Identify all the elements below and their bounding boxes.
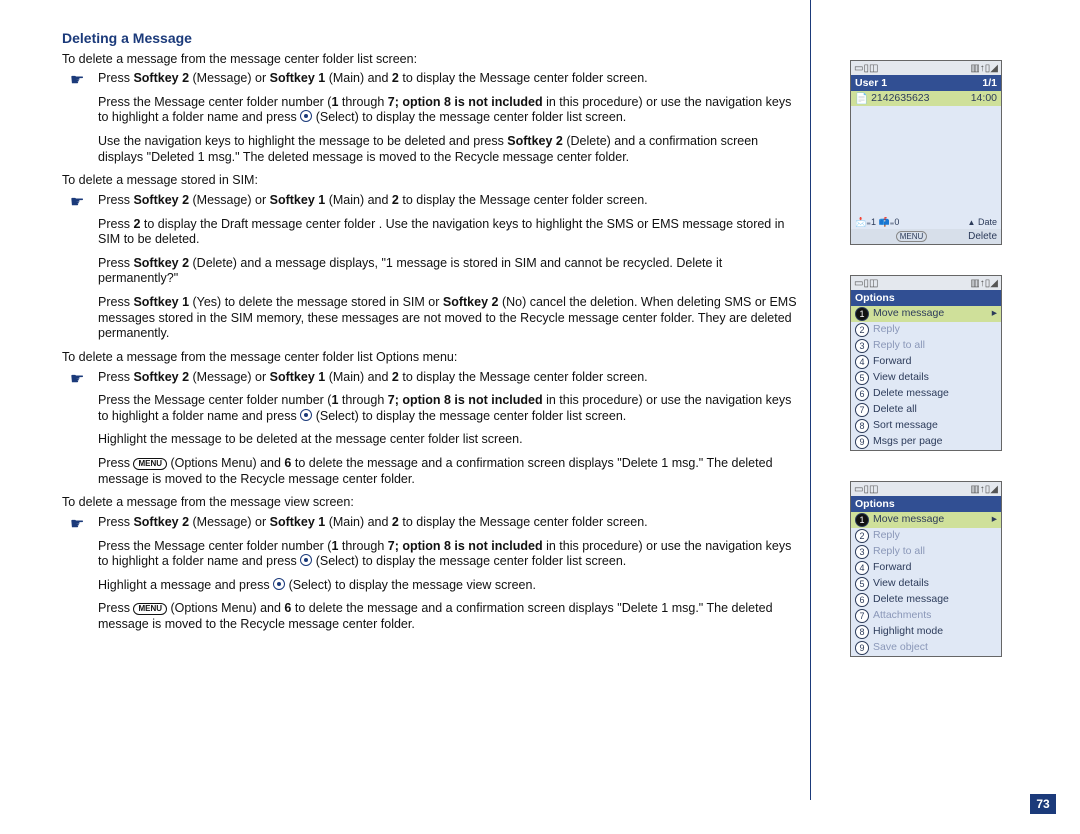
step-1a: Press Softkey 2 (Message) or Softkey 1 (… [98,71,802,87]
options-item: 4Forward [851,560,1001,576]
options-item: 5View details [851,370,1001,386]
options-item: 7Delete all [851,402,1001,418]
step-2c: Press Softkey 2 (Delete) and a message d… [98,256,802,287]
phone-screen-1: ▭▯◫▥↑▯◢ User 1 1/1 📄 2142635623 14:00 📩₌… [850,60,1002,245]
phone1-body: 📄 2142635623 14:00 📩₌1 📫₌0 ▲ Date [851,91,1001,229]
menu-icon: MENU [133,458,167,470]
select-icon [300,409,312,421]
step-2d: Press Softkey 1 (Yes) to delete the mess… [98,295,802,342]
options-item: 5View details [851,576,1001,592]
phone3-title: Options [851,496,1001,512]
phone1-softkeys: MENU Delete [851,229,1001,244]
phone-illustrations: ▭▯◫▥↑▯◢ User 1 1/1 📄 2142635623 14:00 📩₌… [850,60,1010,687]
options-item: 3Reply to all [851,338,1001,354]
options-item: 1Move message▸ [851,512,1001,528]
main-text: Deleting a Message To delete a message f… [62,30,802,641]
step-4d: Press MENU (Options Menu) and 6 to delet… [98,601,802,632]
step-3b: Press the Message center folder number (… [98,393,802,424]
step-3d: Press MENU (Options Menu) and 6 to delet… [98,456,802,487]
menu-icon: MENU [133,603,167,615]
options-item: 9Msgs per page [851,434,1001,450]
options-item: 9Save object [851,640,1001,656]
intro-2: To delete a message stored in SIM: [62,173,802,189]
options-item: 6Delete message [851,386,1001,402]
step-1c: Use the navigation keys to highlight the… [98,134,802,165]
phone-screen-2: ▭▯◫▥↑▯◢ Options 1Move message▸2Reply3Rep… [850,275,1002,451]
options-item: 2Reply [851,528,1001,544]
step-4a: Press Softkey 2 (Message) or Softkey 1 (… [98,515,802,531]
options-item: 4Forward [851,354,1001,370]
intro-4: To delete a message from the message vie… [62,495,802,511]
section-heading: Deleting a Message [62,30,802,48]
phone2-status-bar: ▭▯◫▥↑▯◢ [851,276,1001,290]
step-1b: Press the Message center folder number (… [98,95,802,126]
options-item: 3Reply to all [851,544,1001,560]
phone-screen-3: ▭▯◫▥↑▯◢ Options 1Move message▸2Reply3Rep… [850,481,1002,657]
vertical-divider [810,0,811,800]
options-item: 6Delete message [851,592,1001,608]
step-4b: Press the Message center folder number (… [98,539,802,570]
phone1-status-bar: ▭▯◫▥↑▯◢ [851,61,1001,75]
step-3a: Press Softkey 2 (Message) or Softkey 1 (… [98,370,802,386]
options-item: 8Sort message [851,418,1001,434]
phone3-body: 1Move message▸2Reply3Reply to all4Forwar… [851,512,1001,656]
options-item: 1Move message▸ [851,306,1001,322]
step-2b: Press 2 to display the Draft message cen… [98,217,802,248]
phone1-row-1: 📄 2142635623 14:00 [851,91,1001,106]
intro-3: To delete a message from the message cen… [62,350,802,366]
options-item: 2Reply [851,322,1001,338]
phone1-info: 📩₌1 📫₌0 ▲ Date [851,216,1001,229]
page: Deleting a Message To delete a message f… [0,0,1080,834]
phone1-title: User 1 1/1 [851,75,1001,91]
select-icon [273,578,285,590]
intro-1: To delete a message from the message cen… [62,52,802,68]
step-4c: Highlight a message and press (Select) t… [98,578,802,594]
phone3-status-bar: ▭▯◫▥↑▯◢ [851,482,1001,496]
options-item: 7Attachments [851,608,1001,624]
phone2-title: Options [851,290,1001,306]
select-icon [300,554,312,566]
step-2a: Press Softkey 2 (Message) or Softkey 1 (… [98,193,802,209]
phone2-body: 1Move message▸2Reply3Reply to all4Forwar… [851,306,1001,450]
select-icon [300,110,312,122]
step-3c: Highlight the message to be deleted at t… [98,432,802,448]
page-number: 73 [1030,794,1056,814]
phone1-menu-button: MENU [896,231,928,242]
options-item: 8Highlight mode [851,624,1001,640]
